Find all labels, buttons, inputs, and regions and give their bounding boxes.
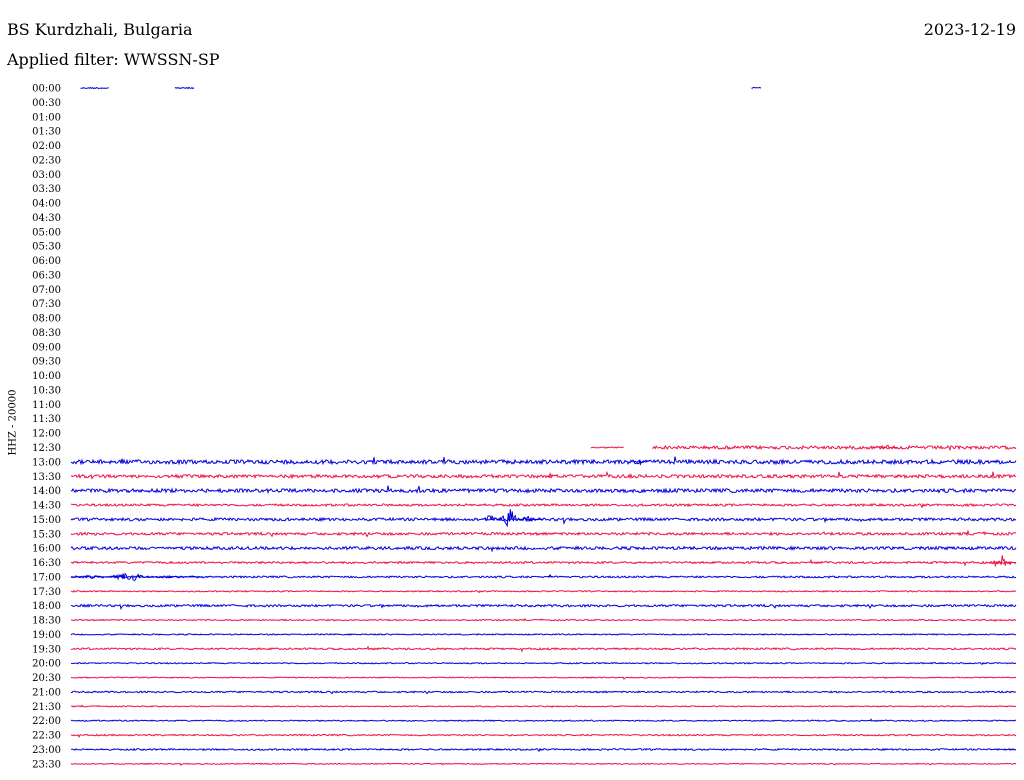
time-label: 22:00 bbox=[32, 716, 61, 727]
time-label: 08:30 bbox=[32, 328, 61, 339]
time-label: 23:00 bbox=[32, 745, 61, 756]
seismogram-trace bbox=[70, 502, 1017, 509]
seismogram-trace bbox=[70, 633, 1017, 636]
time-label: 03:00 bbox=[32, 170, 61, 181]
seismogram-trace bbox=[70, 676, 1017, 680]
time-label: 06:30 bbox=[32, 270, 61, 281]
time-label: 13:30 bbox=[32, 472, 61, 483]
time-label: 19:30 bbox=[32, 644, 61, 655]
seismogram-trace bbox=[70, 733, 1017, 739]
time-label: 14:00 bbox=[32, 486, 61, 497]
time-label: 10:30 bbox=[32, 385, 61, 396]
time-label: 20:00 bbox=[32, 659, 61, 670]
time-label: 08:00 bbox=[32, 314, 61, 325]
time-label: 14:30 bbox=[32, 501, 61, 512]
time-label: 07:30 bbox=[32, 299, 61, 310]
time-label: 01:30 bbox=[32, 127, 61, 138]
time-label: 09:30 bbox=[32, 357, 61, 368]
time-label: 04:30 bbox=[32, 213, 61, 224]
seismogram-trace bbox=[70, 718, 1016, 723]
time-label: 09:00 bbox=[32, 342, 61, 353]
time-label: 15:30 bbox=[32, 529, 61, 540]
time-label: 21:30 bbox=[32, 702, 61, 713]
time-label: 12:00 bbox=[32, 429, 61, 440]
seismogram-trace bbox=[71, 690, 1016, 695]
seismogram-trace bbox=[590, 446, 624, 449]
time-label: 15:00 bbox=[32, 515, 61, 526]
time-label: 01:00 bbox=[32, 112, 61, 123]
time-label: 18:30 bbox=[32, 616, 61, 627]
seismogram-trace bbox=[70, 762, 1017, 766]
time-label: 12:30 bbox=[32, 443, 61, 454]
seismogram-trace bbox=[70, 545, 1017, 553]
time-label: 17:00 bbox=[32, 572, 61, 583]
seismogram-trace bbox=[70, 529, 1017, 538]
time-label: 10:00 bbox=[32, 371, 61, 382]
time-label: 17:30 bbox=[32, 587, 61, 598]
seismogram-trace bbox=[71, 617, 1017, 623]
seismogram-trace bbox=[751, 86, 762, 89]
seismogram-trace bbox=[70, 603, 1017, 611]
time-label: 20:30 bbox=[32, 673, 61, 684]
time-label: 06:00 bbox=[32, 256, 61, 267]
seismogram-trace bbox=[70, 661, 1017, 666]
helicorder-plot: 00:00 00:30 01:00 01:30 02:00 02:30 03:00 03:30… bbox=[32, 84, 1017, 771]
seismogram-trace bbox=[70, 470, 1017, 480]
seismogram-trace bbox=[71, 747, 1017, 753]
time-label: 21:00 bbox=[32, 687, 61, 698]
time-label: 18:00 bbox=[32, 601, 61, 612]
seismic-event bbox=[992, 555, 1016, 568]
seismogram-trace bbox=[652, 444, 1017, 452]
seismogram-trace bbox=[70, 645, 1017, 653]
seismogram-trace bbox=[174, 86, 195, 90]
seismic-event bbox=[481, 509, 544, 528]
time-label: 02:00 bbox=[32, 141, 61, 152]
time-label: 05:30 bbox=[32, 242, 61, 253]
time-label: 16:30 bbox=[32, 558, 61, 569]
seismogram-trace bbox=[70, 485, 1017, 494]
time-label: 02:30 bbox=[32, 155, 61, 166]
time-label: 11:30 bbox=[32, 414, 61, 425]
time-label: 07:00 bbox=[32, 285, 61, 296]
time-label: 03:30 bbox=[32, 184, 61, 195]
seismogram-trace bbox=[70, 516, 1017, 525]
time-label: 00:30 bbox=[32, 98, 61, 109]
seismogram-trace bbox=[70, 589, 1017, 594]
time-label: 00:00 bbox=[32, 84, 61, 95]
time-label: 04:00 bbox=[32, 199, 61, 210]
time-label: 19:00 bbox=[32, 630, 61, 641]
time-label: 05:00 bbox=[32, 227, 61, 238]
time-label: 23:30 bbox=[32, 759, 61, 770]
time-label: 16:00 bbox=[32, 544, 61, 555]
time-label: 13:00 bbox=[32, 457, 61, 468]
seismogram-trace bbox=[70, 558, 1017, 567]
time-label: 22:30 bbox=[32, 731, 61, 742]
seismogram-trace bbox=[70, 575, 1017, 579]
seismogram-trace bbox=[70, 456, 1017, 466]
traces bbox=[70, 86, 1017, 766]
time-labels: 00:00 00:30 01:00 01:30 02:00 02:30 03:00 03:30… bbox=[32, 84, 61, 771]
seismogram-trace bbox=[80, 86, 109, 90]
seismic-event bbox=[547, 573, 554, 578]
seismogram-trace bbox=[70, 704, 1016, 709]
time-label: 11:00 bbox=[32, 400, 61, 411]
